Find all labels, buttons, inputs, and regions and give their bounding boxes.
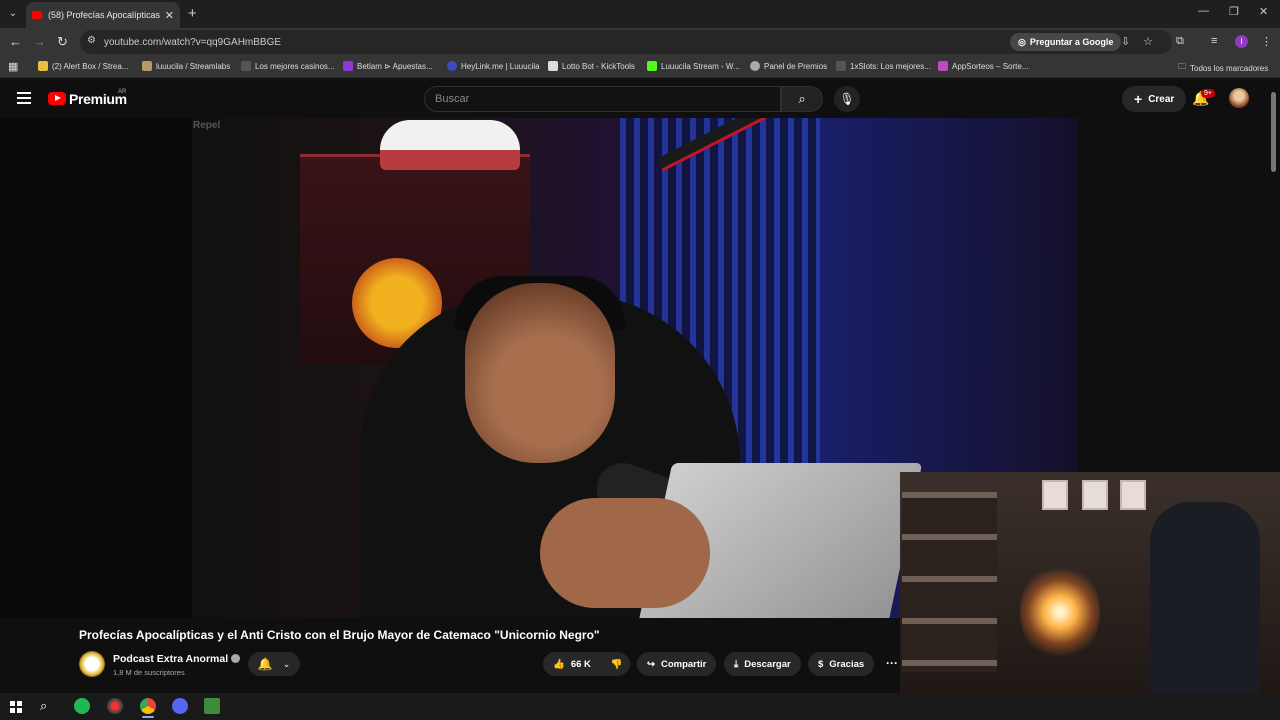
profile-avatar[interactable]: I bbox=[1235, 35, 1248, 48]
bookshelf bbox=[902, 492, 997, 672]
wall-frame bbox=[1082, 480, 1108, 510]
windows-start-icon[interactable] bbox=[10, 701, 22, 713]
notification-count-badge: 9+ bbox=[1201, 89, 1215, 98]
windows-taskbar bbox=[0, 693, 1280, 720]
country-code: AR bbox=[118, 89, 127, 95]
apps-grid-icon[interactable]: ▦ bbox=[8, 60, 18, 73]
plus-icon: + bbox=[1134, 91, 1143, 107]
bookmark-item[interactable]: Luuucila Stream - W... bbox=[647, 61, 740, 71]
browser-tab-bar: ⌄ (58) Profecías Apocalípticas y el Anti… bbox=[0, 0, 1280, 28]
bookmark-item[interactable]: (2) Alert Box / Strea... bbox=[38, 61, 128, 71]
ask-google-label: Preguntar a Google bbox=[1029, 37, 1114, 47]
page-scrollbar[interactable] bbox=[1271, 92, 1276, 172]
tab-list-icon[interactable]: ⌄ bbox=[5, 6, 21, 22]
discord-icon[interactable] bbox=[172, 698, 188, 714]
obs-icon[interactable] bbox=[107, 698, 123, 714]
bookmark-star-icon[interactable]: ☆ bbox=[1143, 35, 1153, 48]
create-button[interactable]: + Crear bbox=[1122, 86, 1187, 112]
share-icon: ↪ bbox=[647, 658, 655, 670]
chevron-down-icon: ⌄ bbox=[282, 658, 291, 669]
chrome-icon[interactable] bbox=[140, 698, 156, 714]
dislike-icon[interactable]: 👎 bbox=[611, 659, 623, 670]
more-actions-icon[interactable]: ··· bbox=[886, 656, 898, 670]
wall-frame bbox=[1120, 480, 1146, 510]
tab-title: (58) Profecías Apocalípticas y el Anti bbox=[48, 10, 161, 20]
search-button[interactable]: ⌕ bbox=[781, 86, 823, 112]
voice-search-button[interactable]: 🎙 bbox=[834, 86, 860, 112]
site-info-icon[interactable]: ⚙ bbox=[87, 35, 96, 46]
folder-icon: 🗀 bbox=[1178, 62, 1186, 71]
subscribed-button[interactable]: 🔔 ⌄ bbox=[248, 652, 300, 676]
spotify-icon[interactable] bbox=[74, 698, 90, 714]
bookmark-item[interactable]: Los mejores casinos... bbox=[241, 61, 335, 71]
bookmark-item[interactable]: HeyLink.me | Luuucila bbox=[447, 61, 540, 71]
url-text[interactable]: youtube.com/watch?v=qq9GAHmBBGE bbox=[104, 37, 281, 48]
create-label: Crear bbox=[1148, 93, 1175, 105]
thanks-button[interactable]: $ Gracias bbox=[808, 652, 875, 676]
new-tab-icon[interactable]: + bbox=[188, 5, 197, 22]
sneaker-decor bbox=[380, 120, 520, 170]
all-bookmarks-folder[interactable]: 🗀 Todos los marcadores bbox=[1178, 61, 1268, 75]
bell-icon: 🔔 bbox=[257, 657, 273, 671]
search-input[interactable]: Buscar bbox=[424, 86, 781, 112]
bookmark-item[interactable]: 1xSlots: Los mejores... bbox=[836, 61, 931, 71]
webcam-overlay bbox=[900, 472, 1280, 720]
active-app-indicator bbox=[142, 716, 154, 718]
channel-avatar[interactable] bbox=[79, 651, 105, 677]
hamburger-menu-icon[interactable] bbox=[17, 92, 31, 104]
bookmark-item[interactable]: Panel de Premios bbox=[750, 61, 827, 71]
reload-icon[interactable]: ↻ bbox=[57, 34, 68, 50]
thanks-label: Gracias bbox=[829, 658, 865, 670]
restore-icon[interactable]: ❐ bbox=[1229, 5, 1239, 18]
bookmark-item[interactable]: AppSorteos – Sorte... bbox=[938, 61, 1029, 71]
like-dislike-group: 👍 66 K 👎 bbox=[543, 652, 630, 676]
forward-icon[interactable]: → bbox=[33, 34, 46, 49]
super-thanks-icon: $ bbox=[818, 658, 824, 670]
back-icon[interactable]: ← bbox=[9, 34, 22, 49]
ask-google-button[interactable]: ◎ Preguntar a Google bbox=[1010, 33, 1122, 51]
close-tab-icon[interactable]: ✕ bbox=[165, 9, 174, 22]
lamp-glow bbox=[1020, 562, 1100, 662]
video-title: Profecías Apocalípticas y el Anti Cristo… bbox=[79, 628, 600, 642]
like-count[interactable]: 66 K bbox=[571, 659, 591, 670]
gaming-chair bbox=[1150, 502, 1260, 712]
bookmark-item[interactable]: luuucila / Streamlabs bbox=[142, 61, 230, 71]
wall-frame bbox=[1042, 480, 1068, 510]
channel-name[interactable]: Podcast Extra Anormal bbox=[113, 653, 241, 665]
subscriber-count: 1,8 M de suscriptores bbox=[113, 668, 185, 677]
extensions-icon[interactable]: ⧉ bbox=[1176, 35, 1184, 48]
account-avatar[interactable] bbox=[1229, 88, 1249, 108]
close-window-icon[interactable]: ✕ bbox=[1259, 5, 1268, 18]
bookmark-item[interactable]: Betlam ⊳ Apuestas... bbox=[343, 61, 433, 71]
media-controls-icon[interactable]: ≡ bbox=[1211, 35, 1217, 47]
install-app-icon[interactable]: ⇩ bbox=[1121, 35, 1130, 48]
minimize-icon[interactable]: — bbox=[1198, 5, 1209, 17]
host-hand bbox=[540, 498, 710, 608]
browser-menu-icon[interactable]: ⋮ bbox=[1261, 35, 1272, 48]
verified-icon bbox=[231, 654, 241, 663]
host-head bbox=[465, 283, 615, 463]
microphone-icon: 🎙 bbox=[839, 92, 855, 106]
search-icon: ⌕ bbox=[798, 91, 806, 106]
like-button[interactable]: 👍 bbox=[553, 659, 565, 670]
share-label: Compartir bbox=[660, 658, 707, 670]
share-button[interactable]: ↪ Compartir bbox=[637, 652, 717, 676]
taskbar-search-icon[interactable]: ⌕ bbox=[40, 698, 47, 714]
google-lens-icon: ◎ bbox=[1018, 36, 1026, 47]
download-button[interactable]: ⤓ Descargar bbox=[724, 652, 801, 676]
download-icon: ⤓ bbox=[734, 658, 739, 670]
bookmark-item[interactable]: Lotto Bot - KickTools bbox=[548, 61, 635, 71]
video-watermark: Repel bbox=[193, 120, 221, 131]
youtube-logo-icon[interactable] bbox=[48, 92, 66, 105]
youtube-favicon-icon bbox=[32, 11, 42, 19]
download-label: Descargar bbox=[744, 658, 791, 670]
minecraft-icon[interactable] bbox=[204, 698, 220, 714]
browser-tab-youtube[interactable]: (58) Profecías Apocalípticas y el Anti ✕ bbox=[26, 2, 180, 28]
